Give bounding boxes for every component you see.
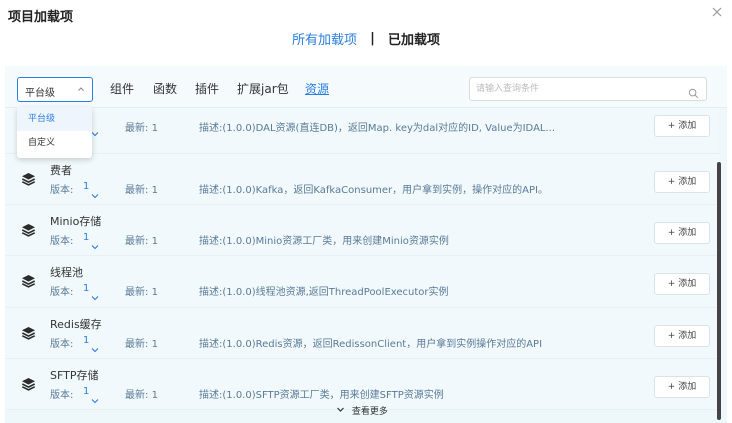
tab-separator: |	[370, 31, 375, 46]
version-select[interactable]: 1	[83, 181, 89, 192]
latest-version: 最新: 1	[125, 236, 158, 247]
resource-name: 线程池	[50, 266, 83, 279]
close-icon[interactable]	[710, 5, 724, 19]
latest-version: 最新: 1	[125, 123, 158, 134]
show-more-label: 查看更多	[351, 407, 388, 417]
add-ons-dialog: 项目加载项 所有加载项 | 已加载项 平台级 组件 函数 插件 扩展jar包 资…	[0, 0, 732, 423]
latest-version: 最新: 1	[125, 339, 158, 350]
add-button[interactable]: + 添加	[654, 376, 710, 398]
resource-row: 线程池版本: 1 最新: 1 描述:(1.0.0)线程池资源,返回ThreadPool…	[5, 256, 719, 308]
level-dropdown: 平台级 自定义	[17, 107, 92, 158]
chevron-down-icon[interactable]	[91, 122, 99, 141]
layers-icon	[21, 325, 36, 344]
resource-row: Redis缓存 版本: 1 最新: 1 描述:(1.0.0)Redis资源，返回Redi…	[5, 308, 719, 359]
resource-row: 1最新: 1描述:(1.0.0)DAL资源(直连DB)，返回Map. key为d…	[5, 108, 719, 154]
layers-icon	[21, 273, 36, 292]
resource-row: 费者版本: 1 最新: 1 描述:(1.0.0)Kafka，返回KafkaConsum…	[5, 154, 719, 205]
layers-icon	[21, 171, 36, 190]
scrollbar[interactable]	[717, 162, 721, 420]
tab-all-addons[interactable]: 所有加载项	[292, 29, 357, 48]
chevron-down-icon	[336, 407, 348, 417]
add-button[interactable]: + 添加	[654, 325, 710, 347]
version-label: 版本:	[50, 339, 74, 350]
toolbar: 平台级 组件 函数 插件 扩展jar包 资源	[5, 66, 727, 108]
layers-icon	[21, 222, 36, 241]
resource-name: 费者	[50, 164, 72, 177]
dropdown-option-platform[interactable]: 平台级	[17, 107, 92, 131]
main-panel: 平台级 组件 函数 插件 扩展jar包 资源 1最新: 1描述:(1.0.0)D…	[5, 66, 727, 423]
resource-row: SFTP存储 版本: 1 最新: 1 描述:(1.0.0)SFTP资源工厂类，用来创建S…	[5, 359, 719, 410]
dropdown-option-custom[interactable]: 自定义	[17, 131, 92, 155]
resource-description: 描述:(1.0.0)线程池资源,返回ThreadPoolExecutor实例	[199, 287, 449, 298]
chevron-up-icon	[77, 85, 85, 96]
version-label: 版本:	[50, 185, 74, 196]
add-button[interactable]: + 添加	[654, 273, 710, 295]
category-resource[interactable]: 资源	[305, 80, 329, 97]
resource-name: SFTP存储	[50, 369, 99, 382]
version-label: 版本:	[50, 287, 74, 298]
add-button[interactable]: + 添加	[654, 222, 710, 244]
chevron-down-icon[interactable]	[91, 338, 99, 357]
resource-description: 描述:(1.0.0)Kafka，返回KafkaConsumer，用户拿到实例，操…	[199, 185, 548, 196]
resource-description: 描述:(1.0.0)SFTP资源工厂类，用来创建SFTP资源实例	[199, 390, 444, 401]
resource-name: Minio存储	[50, 215, 102, 228]
category-plugin[interactable]: 插件	[195, 80, 219, 97]
add-button[interactable]: + 添加	[654, 115, 710, 137]
latest-version: 最新: 1	[125, 287, 158, 298]
add-button[interactable]: + 添加	[654, 171, 710, 193]
version-select[interactable]: 1	[83, 386, 89, 397]
top-tabs: 所有加载项 | 已加载项	[0, 29, 732, 48]
chevron-down-icon[interactable]	[91, 286, 99, 305]
latest-version: 最新: 1	[125, 390, 158, 401]
version-select[interactable]: 1	[83, 335, 89, 346]
version-select[interactable]: 1	[83, 232, 89, 243]
resource-row: Minio存储 版本: 1 最新: 1 描述:(1.0.0)Minio资源工厂类，用来创…	[5, 205, 719, 256]
version-label: 版本:	[50, 390, 74, 401]
chevron-down-icon[interactable]	[91, 184, 99, 203]
resource-name: Redis缓存	[50, 318, 102, 331]
level-select[interactable]: 平台级	[17, 77, 93, 102]
latest-version: 最新: 1	[125, 185, 158, 196]
chevron-down-icon[interactable]	[91, 235, 99, 254]
resource-description: 描述:(1.0.0)Minio资源工厂类，用来创建Minio资源实例	[199, 236, 449, 247]
search-input[interactable]	[476, 83, 676, 95]
version-select[interactable]: 1	[83, 283, 89, 294]
level-select-value: 平台级	[25, 88, 55, 99]
search-box[interactable]	[469, 77, 707, 101]
category-component[interactable]: 组件	[110, 80, 134, 97]
tab-loaded-addons[interactable]: 已加载项	[388, 29, 440, 48]
dialog-title: 项目加载项	[8, 10, 74, 25]
resource-description: 描述:(1.0.0)Redis资源，返回RedissonClient，用户拿到实…	[199, 339, 543, 350]
version-label: 版本:	[50, 236, 74, 247]
category-function[interactable]: 函数	[153, 80, 177, 97]
layers-icon	[21, 376, 36, 395]
category-extension-jar[interactable]: 扩展jar包	[237, 80, 289, 97]
resource-description: 描述:(1.0.0)DAL资源(直连DB)，返回Map. key为dal对应的I…	[199, 123, 556, 134]
show-more-button[interactable]: 查看更多	[5, 404, 719, 417]
search-icon[interactable]	[688, 84, 699, 103]
